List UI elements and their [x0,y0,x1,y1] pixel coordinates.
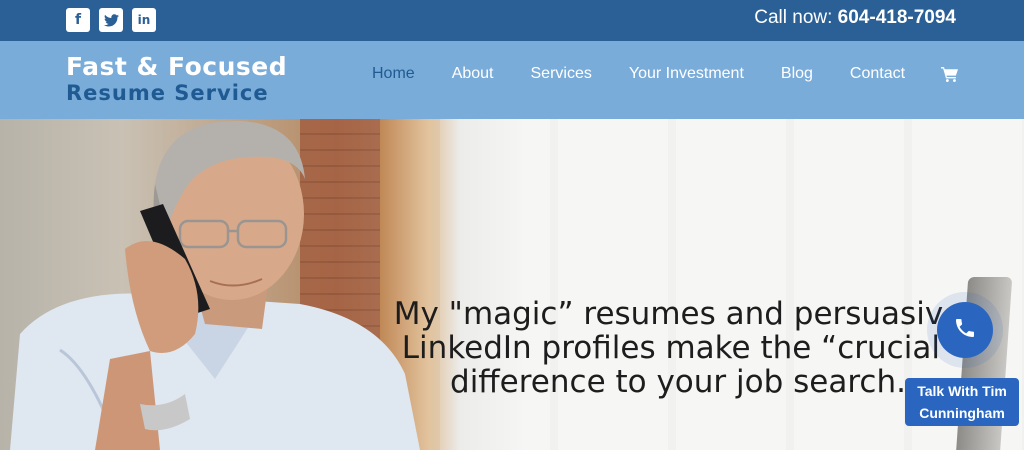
call-label: Call now: [754,7,838,28]
nav-item-about[interactable]: About [452,65,494,83]
man-on-phone-photo [10,120,420,450]
facebook-icon[interactable]: f [66,8,90,32]
nav-item-blog[interactable]: Blog [781,65,813,83]
call-button[interactable] [937,302,993,358]
shopping-cart-icon[interactable] [941,66,959,82]
nav-item-contact[interactable]: Contact [850,65,905,83]
hero-banner: My "magic” resumes and persuasive Linked… [0,119,1024,450]
site-logo[interactable]: Fast & Focused Resume Service [66,52,288,106]
linkedin-icon[interactable]: in [132,8,156,32]
nav-item-your-investment[interactable]: Your Investment [629,65,744,83]
twitter-icon[interactable] [99,8,123,32]
nav-item-home[interactable]: Home [372,65,415,83]
top-bar: f in Call now: 604-418-7094 [0,0,1024,41]
call-now[interactable]: Call now: 604-418-7094 [754,7,956,29]
phone-icon [953,316,977,345]
phone-number[interactable]: 604-418-7094 [838,7,956,28]
logo-title: Fast & Focused [66,52,288,81]
main-nav: Home About Services Your Investment Blog… [372,65,959,83]
talk-with-tim-button[interactable]: Talk With Tim Cunningham [905,378,1019,426]
site-header: Fast & Focused Resume Service Home About… [0,41,1024,119]
hero-headline: My "magic” resumes and persuasive Linked… [393,296,963,400]
social-links: f in [66,8,156,32]
logo-subtitle: Resume Service [66,81,269,105]
nav-item-services[interactable]: Services [531,65,592,83]
